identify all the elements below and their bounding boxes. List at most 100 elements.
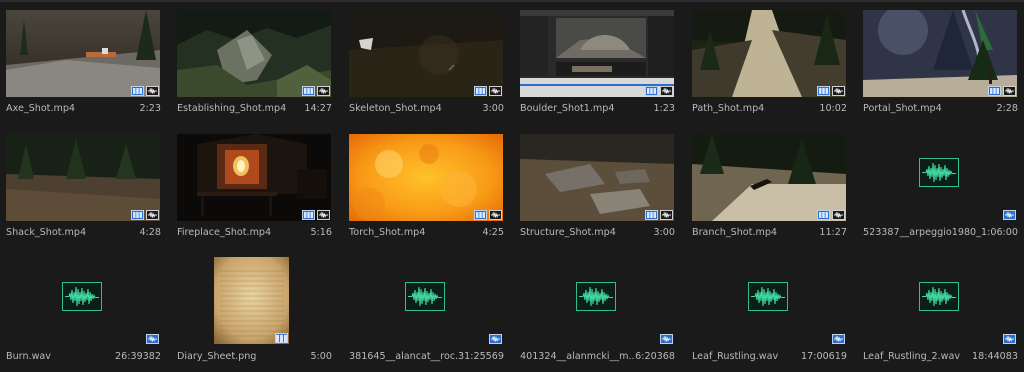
audio-thumbnail[interactable] — [6, 258, 160, 345]
media-item[interactable]: Establishing_Shot.mp4 14:27 — [171, 0, 342, 124]
audio-waveform-icon — [832, 334, 845, 344]
media-item-duration: 1:06:00 — [981, 227, 1018, 238]
video-thumbnail[interactable] — [177, 134, 331, 221]
film-strip-icon — [474, 86, 487, 96]
media-item[interactable]: Torch_Shot.mp4 4:25 — [343, 124, 514, 248]
audio-waveform-icon — [489, 334, 502, 344]
media-item-name: Leaf_Rustling.wav — [692, 351, 779, 362]
audio-waveform-icon — [576, 282, 616, 311]
media-item-name: Axe_Shot.mp4 — [6, 103, 76, 114]
video-thumbnail[interactable] — [6, 134, 160, 221]
media-item[interactable]: Burn.wav 26:39382 — [0, 248, 171, 372]
media-item[interactable]: Shack_Shot.mp4 4:28 — [0, 124, 171, 248]
media-item[interactable]: Branch_Shot.mp4 11:27 — [686, 124, 857, 248]
video-thumbnail[interactable] — [520, 134, 674, 221]
media-item[interactable]: Path_Shot.mp4 10:02 — [686, 0, 857, 124]
media-item-label: Establishing_Shot.mp4 14:27 — [177, 103, 332, 117]
media-item-duration: 4:28 — [139, 227, 161, 238]
video-thumbnail[interactable] — [692, 10, 846, 97]
media-item-label: Portal_Shot.mp4 2:28 — [863, 103, 1018, 117]
video-thumbnail[interactable] — [349, 134, 503, 221]
media-item[interactable]: Portal_Shot.mp4 2:28 — [857, 0, 1024, 124]
media-item-name: Leaf_Rustling_2.wav — [863, 351, 961, 362]
media-item-duration: 11:27 — [819, 227, 847, 238]
audio-thumbnail[interactable] — [349, 258, 503, 345]
media-badges — [275, 333, 288, 343]
media-badges — [817, 210, 845, 220]
media-item[interactable]: Leaf_Rustling.wav 17:00619 — [686, 248, 857, 372]
media-badges — [645, 210, 673, 220]
media-item-label: Branch_Shot.mp4 11:27 — [692, 227, 847, 241]
media-item-duration: 4:25 — [482, 227, 504, 238]
video-thumbnail[interactable] — [6, 10, 160, 97]
media-item-label: Fireplace_Shot.mp4 5:16 — [177, 227, 332, 241]
media-item-name: Burn.wav — [6, 351, 51, 362]
media-item-name: Path_Shot.mp4 — [692, 103, 765, 114]
media-item-name: Skeleton_Shot.mp4 — [349, 103, 442, 114]
media-item-duration: 6:20368 — [635, 351, 675, 362]
audio-thumbnail[interactable] — [692, 258, 846, 345]
film-strip-icon — [817, 86, 830, 96]
media-item-duration: 26:39382 — [115, 351, 161, 362]
media-item-label: Leaf_Rustling.wav 17:00619 — [692, 351, 847, 365]
media-item-duration: 18:44083 — [972, 351, 1018, 362]
audio-thumbnail[interactable] — [520, 258, 674, 345]
media-item-name: 401324__alanmcki__m... — [520, 351, 636, 362]
media-item-label: Path_Shot.mp4 10:02 — [692, 103, 847, 117]
media-item-label: Shack_Shot.mp4 4:28 — [6, 227, 161, 241]
media-item-duration: 14:27 — [304, 103, 332, 114]
film-strip-icon — [302, 86, 315, 96]
video-thumbnail[interactable] — [863, 10, 1017, 97]
audio-thumbnail[interactable] — [863, 258, 1017, 345]
media-item-label: 523387__arpeggio1980_... 1:06:00 — [863, 227, 1018, 241]
media-item-duration: 31:25569 — [458, 351, 504, 362]
media-badges — [817, 86, 845, 96]
image-thumbnail[interactable] — [214, 257, 289, 344]
media-item[interactable]: Skeleton_Shot.mp4 3:00 — [343, 0, 514, 124]
media-item-label: Diary_Sheet.png 5:00 — [177, 351, 332, 365]
media-badges — [302, 86, 330, 96]
audio-waveform-icon — [660, 86, 673, 96]
media-item[interactable]: Axe_Shot.mp4 2:23 — [0, 0, 171, 124]
media-item[interactable]: 401324__alanmcki__m... 6:20368 — [514, 248, 685, 372]
audio-waveform-icon — [919, 282, 959, 311]
media-item-name: Shack_Shot.mp4 — [6, 227, 87, 238]
media-item[interactable]: 523387__arpeggio1980_... 1:06:00 — [857, 124, 1024, 248]
media-item[interactable]: Boulder_Shot1.mp4 1:23 — [514, 0, 685, 124]
audio-waveform-icon — [1003, 334, 1016, 344]
media-badges — [474, 86, 502, 96]
audio-waveform-icon — [146, 334, 159, 344]
film-strip-icon — [302, 210, 315, 220]
video-thumbnail[interactable] — [349, 10, 503, 97]
audio-waveform-icon — [919, 158, 959, 187]
film-strip-icon — [988, 86, 1001, 96]
video-thumbnail[interactable] — [177, 10, 331, 97]
video-thumbnail[interactable] — [692, 134, 846, 221]
media-badges — [146, 334, 159, 344]
media-item-duration: 5:16 — [310, 227, 332, 238]
audio-waveform-icon — [1003, 86, 1016, 96]
media-item[interactable]: Leaf_Rustling_2.wav 18:44083 — [857, 248, 1024, 372]
media-item-duration: 2:28 — [996, 103, 1018, 114]
media-item[interactable]: Fireplace_Shot.mp4 5:16 — [171, 124, 342, 248]
audio-waveform-icon — [832, 210, 845, 220]
media-item-label: Torch_Shot.mp4 4:25 — [349, 227, 504, 241]
media-item-name: Establishing_Shot.mp4 — [177, 103, 287, 114]
media-item[interactable]: 381645__alancat__roc... 31:25569 — [343, 248, 514, 372]
media-item[interactable]: Diary_Sheet.png 5:00 — [171, 248, 342, 372]
video-thumbnail[interactable] — [520, 10, 674, 97]
audio-waveform-icon — [660, 210, 673, 220]
media-item-name: Diary_Sheet.png — [177, 351, 257, 362]
media-badges — [489, 334, 502, 344]
audio-thumbnail[interactable] — [863, 134, 1017, 221]
media-badges — [131, 210, 159, 220]
media-item-label: 401324__alanmcki__m... 6:20368 — [520, 351, 675, 365]
media-item[interactable]: Structure_Shot.mp4 3:00 — [514, 124, 685, 248]
media-item-name: Structure_Shot.mp4 — [520, 227, 616, 238]
media-bin-grid: Axe_Shot.mp4 2:23 Establishing_Shot.mp4 14:… — [0, 0, 1024, 372]
film-strip-icon — [645, 86, 658, 96]
media-item-duration: 5:00 — [310, 351, 332, 362]
film-strip-icon — [131, 86, 144, 96]
media-badges — [832, 334, 845, 344]
media-item-name: Portal_Shot.mp4 — [863, 103, 942, 114]
